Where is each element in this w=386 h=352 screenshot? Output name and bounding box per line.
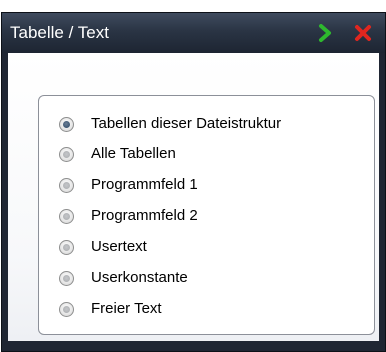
radio-button[interactable] bbox=[59, 146, 74, 162]
option-label: Usertext bbox=[91, 238, 147, 255]
option-label: Programmfeld 1 bbox=[91, 176, 198, 193]
green-chevron-right-icon bbox=[319, 24, 331, 42]
option-usertext[interactable]: Usertext bbox=[59, 235, 147, 259]
radio-dot bbox=[63, 181, 70, 189]
close-button[interactable] bbox=[352, 22, 374, 44]
radio-button[interactable] bbox=[59, 177, 74, 193]
option-label: Userkonstante bbox=[91, 269, 188, 286]
radio-button[interactable] bbox=[59, 116, 74, 132]
option-userkonstante[interactable]: Userkonstante bbox=[59, 266, 188, 290]
dialog-content: Tabellen dieser Dateistruktur Alle Tabel… bbox=[8, 53, 379, 341]
dialog-window: Tabelle / Text Tabellen dieser Dateistru… bbox=[1, 12, 386, 352]
title-bar[interactable]: Tabelle / Text bbox=[2, 13, 385, 53]
option-alle-tabellen[interactable]: Alle Tabellen bbox=[59, 142, 176, 166]
option-group: Tabellen dieser Dateistruktur Alle Tabel… bbox=[38, 95, 375, 335]
radio-button[interactable] bbox=[59, 208, 74, 224]
radio-dot bbox=[63, 243, 70, 251]
radio-button[interactable] bbox=[59, 239, 74, 255]
option-programmfeld-2[interactable]: Programmfeld 2 bbox=[59, 204, 198, 228]
window-title: Tabelle / Text bbox=[10, 23, 109, 42]
option-label: Tabellen dieser Dateistruktur bbox=[91, 115, 282, 132]
radio-dot bbox=[63, 212, 70, 220]
option-label: Alle Tabellen bbox=[91, 145, 176, 162]
ok-button[interactable] bbox=[314, 22, 336, 44]
radio-button[interactable] bbox=[59, 301, 74, 317]
option-tabellen-dieser-dateistruktur[interactable]: Tabellen dieser Dateistruktur bbox=[59, 112, 281, 136]
radio-button[interactable] bbox=[59, 270, 74, 286]
radio-dot bbox=[63, 274, 70, 282]
radio-dot bbox=[63, 120, 70, 128]
option-freier-text[interactable]: Freier Text bbox=[59, 297, 162, 321]
radio-dot bbox=[63, 150, 70, 158]
option-programmfeld-1[interactable]: Programmfeld 1 bbox=[59, 173, 198, 197]
option-label: Programmfeld 2 bbox=[91, 207, 198, 224]
option-label: Freier Text bbox=[91, 300, 162, 317]
close-icon bbox=[355, 25, 371, 41]
radio-dot bbox=[63, 305, 70, 313]
screen: Tabelle / Text Tabellen dieser Dateistru… bbox=[0, 0, 386, 352]
